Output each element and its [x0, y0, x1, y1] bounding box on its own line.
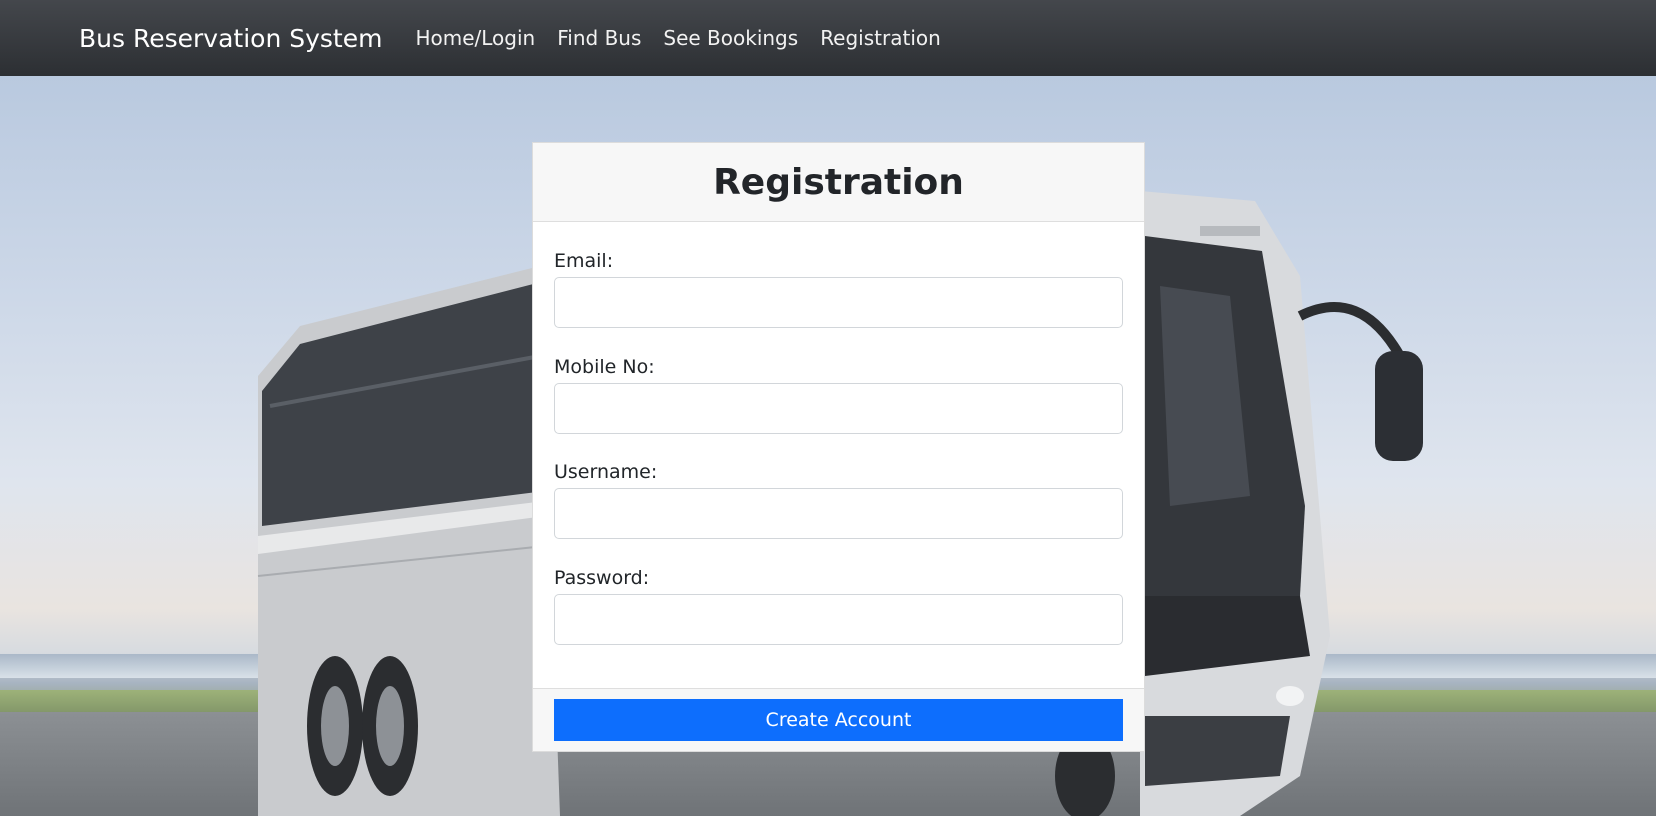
page-title: Registration — [713, 161, 964, 203]
username-group: Username: — [554, 459, 1123, 565]
nav-link-find-bus[interactable]: Find Bus — [557, 26, 641, 50]
card-header: Registration — [533, 143, 1144, 222]
nav-link-home-login[interactable]: Home/Login — [415, 26, 535, 50]
username-label: Username: — [554, 461, 658, 483]
registration-card: Registration Email: Mobile No: Username:… — [532, 142, 1145, 752]
nav-link-registration[interactable]: Registration — [820, 26, 941, 50]
mobile-field[interactable] — [554, 382, 1123, 434]
username-field[interactable] — [554, 488, 1123, 539]
card-footer: Create Account — [533, 688, 1144, 751]
create-account-button[interactable]: Create Account — [554, 699, 1123, 741]
mobile-group: Mobile No: — [554, 354, 1123, 460]
registration-form: Email: Mobile No: Username: Password: — [533, 222, 1144, 670]
nav-link-see-bookings[interactable]: See Bookings — [663, 26, 798, 50]
password-group: Password: — [554, 565, 1123, 671]
mobile-label: Mobile No: — [554, 355, 655, 378]
email-field[interactable] — [554, 277, 1123, 328]
password-field[interactable] — [554, 593, 1123, 645]
email-label: Email: — [554, 250, 614, 272]
password-label: Password: — [554, 566, 650, 589]
email-group: Email: — [554, 248, 1123, 354]
navbar: Bus Reservation System Home/Login Find B… — [0, 0, 1656, 76]
brand-link[interactable]: Bus Reservation System — [79, 24, 382, 53]
